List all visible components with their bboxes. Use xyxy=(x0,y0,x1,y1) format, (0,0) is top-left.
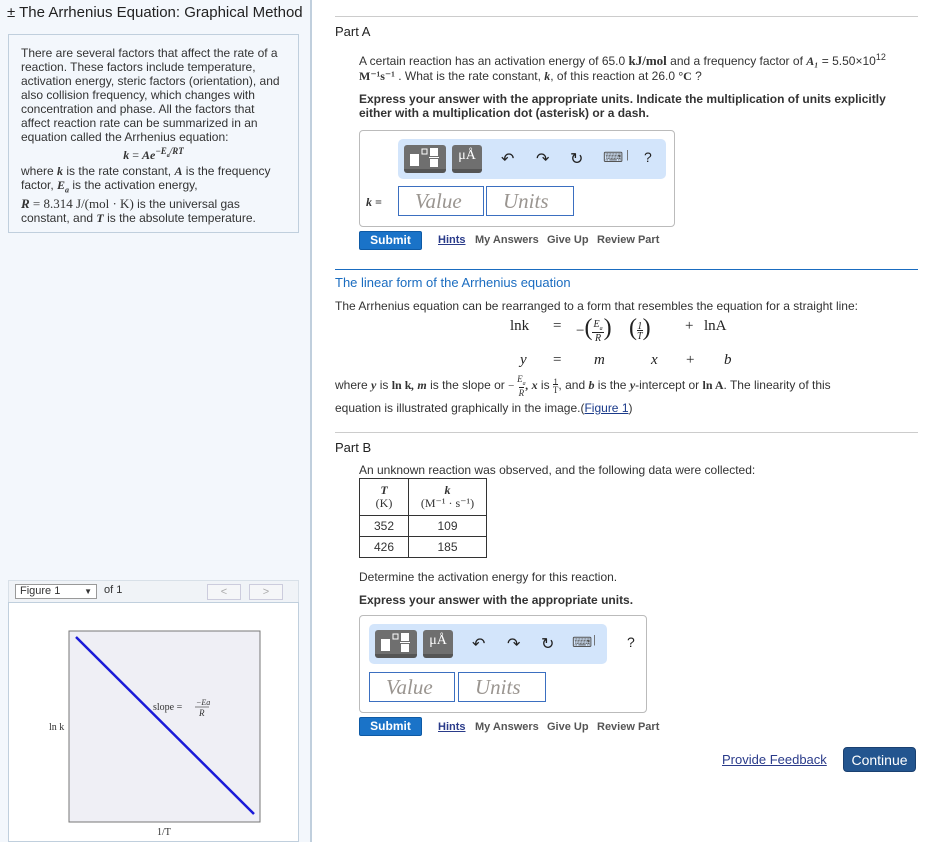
part-b-title: Part B xyxy=(335,440,372,455)
hints-link[interactable]: Hints xyxy=(438,721,466,733)
part-a-question: A certain reaction has an activation ene… xyxy=(359,52,886,83)
give-up-link[interactable]: Give Up xyxy=(547,721,589,733)
undo-icon[interactable]: ↶ xyxy=(501,149,514,169)
submit-button[interactable]: Submit xyxy=(359,231,422,250)
units-button[interactable]: μÅ xyxy=(452,145,482,173)
math-toolbar: μÅ ↶ ↷ ↻ ⌨ | ? xyxy=(369,624,635,664)
divider xyxy=(335,16,918,17)
left-panel: ± The Arrhenius Equation: Graphical Meth… xyxy=(0,0,312,842)
units-button[interactable]: μÅ xyxy=(423,630,453,658)
keyboard-icon[interactable]: ⌨ xyxy=(603,149,623,166)
part-b-answer-box: μÅ ↶ ↷ ↻ ⌨ | ? Value Units xyxy=(359,615,647,713)
part-a-instruction: Express your answer with the appropriate… xyxy=(359,92,886,120)
slope-denominator: R xyxy=(198,708,205,718)
linear-intro: The Arrhenius equation can be rearranged… xyxy=(335,299,858,313)
arrhenius-plot: ln k 1/T slope = −Ea R xyxy=(49,630,261,838)
y-axis-label: ln k xyxy=(49,722,64,733)
intro-box: There are several factors that affect th… xyxy=(8,34,299,233)
part-b-instruction: Express your answer with the appropriate… xyxy=(359,593,634,607)
help-icon[interactable]: ? xyxy=(644,149,652,165)
prev-figure-button[interactable]: < xyxy=(207,584,241,600)
page-title: ± The Arrhenius Equation: Graphical Meth… xyxy=(7,4,303,21)
value-input[interactable]: Value xyxy=(369,672,455,702)
help-icon[interactable]: ? xyxy=(627,634,635,650)
table-row: 352 109 xyxy=(359,515,487,537)
give-up-link[interactable]: Give Up xyxy=(547,234,589,246)
next-figure-button[interactable]: > xyxy=(249,584,283,600)
figure-1-link[interactable]: Figure 1 xyxy=(584,401,628,415)
divider xyxy=(335,432,918,433)
part-a-answer-box: μÅ ↶ ↷ ↻ ⌨ | ? k = Value Units xyxy=(359,130,675,227)
part-b-question: Determine the activation energy for this… xyxy=(359,570,618,584)
reset-icon[interactable]: ↻ xyxy=(541,634,554,654)
reset-icon[interactable]: ↻ xyxy=(570,149,583,169)
arrhenius-equation: k = Ae−Ea/RT xyxy=(123,146,184,162)
units-input[interactable]: Units xyxy=(458,672,546,702)
chevron-down-icon: ▼ xyxy=(84,587,92,596)
slope-numerator: −Ea xyxy=(196,698,210,707)
table-header-t: T (K) xyxy=(359,478,409,516)
figure-count: of 1 xyxy=(104,584,123,596)
table-header-row: T (K) k (M⁻¹ · s⁻¹) xyxy=(359,478,487,516)
figure-navigation: Figure 1 ▼ of 1 < > xyxy=(8,580,299,602)
part-b-intro: An unknown reaction was observed, and th… xyxy=(359,463,756,477)
redo-icon[interactable]: ↷ xyxy=(507,634,520,654)
my-answers-link[interactable]: My Answers xyxy=(475,234,539,246)
redo-icon[interactable]: ↷ xyxy=(536,149,549,169)
part-a-title: Part A xyxy=(335,24,371,39)
units-input[interactable]: Units xyxy=(486,186,574,216)
toolbar-separator: | xyxy=(593,634,596,646)
review-part-link[interactable]: Review Part xyxy=(597,721,659,733)
templates-button[interactable] xyxy=(404,145,446,173)
keyboard-icon[interactable]: ⌨ xyxy=(572,634,592,651)
templates-button[interactable] xyxy=(375,630,417,658)
table-row: 426 185 xyxy=(359,536,487,558)
section-divider xyxy=(335,269,918,270)
review-part-link[interactable]: Review Part xyxy=(597,234,659,246)
slope-term: −(Ea R ) xyxy=(576,315,612,344)
data-table: T (K) k (M⁻¹ · s⁻¹) 352 109 426 185 xyxy=(359,478,487,558)
k-label: k = xyxy=(366,195,382,209)
templates-icon xyxy=(381,633,410,652)
continue-button[interactable]: Continue xyxy=(843,747,916,772)
linear-form-title: The linear form of the Arrhenius equatio… xyxy=(335,275,571,290)
undo-icon[interactable]: ↶ xyxy=(472,634,485,654)
toolbar-separator: | xyxy=(626,149,629,161)
table-header-k: k (M⁻¹ · s⁻¹) xyxy=(408,478,487,516)
linear-explanation: where y is ln k, m is the slope or − Ea R… xyxy=(335,374,831,415)
submit-button[interactable]: Submit xyxy=(359,717,422,736)
templates-icon xyxy=(410,148,439,167)
figure-select[interactable]: Figure 1 ▼ xyxy=(15,584,97,599)
hints-link[interactable]: Hints xyxy=(438,234,466,246)
provide-feedback-link[interactable]: Provide Feedback xyxy=(722,752,827,767)
x-axis-label: 1/T xyxy=(157,827,171,838)
intro-definitions: where k is the rate constant, A is the f… xyxy=(21,163,271,226)
math-toolbar: μÅ ↶ ↷ ↻ ⌨ | ? xyxy=(398,139,666,179)
value-input[interactable]: Value xyxy=(398,186,484,216)
slope-label: slope = xyxy=(153,702,183,713)
figure-panel: ln k 1/T slope = −Ea R xyxy=(8,602,299,842)
my-answers-link[interactable]: My Answers xyxy=(475,721,539,733)
intro-paragraph: There are several factors that affect th… xyxy=(21,46,280,144)
inverse-t-term: (1 T) xyxy=(629,315,651,342)
